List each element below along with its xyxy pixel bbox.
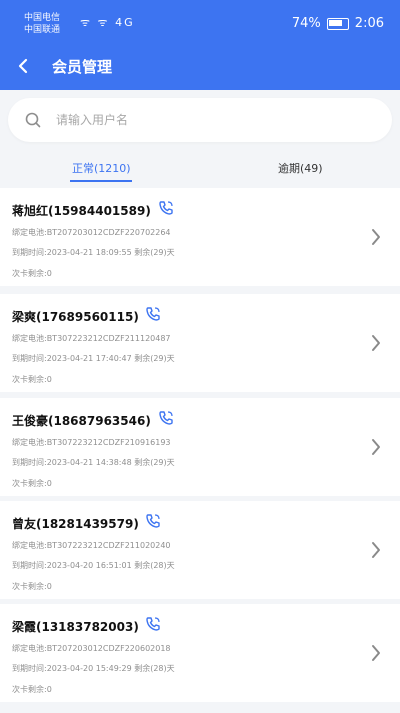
battery-binding: 绑定电池:BT307223212CDZF211120487 xyxy=(12,334,171,343)
battery-binding: 绑定电池:BT207203012CDZF220702264 xyxy=(12,228,171,237)
battery-binding: 绑定电池:BT307223212CDZF211020240 xyxy=(12,541,171,550)
member-card[interactable]: 曾友(18281439579) 绑定电池:BT307223212CDZF2110… xyxy=(0,501,400,599)
chevron-right-icon xyxy=(372,439,380,455)
remaining-days: 剩余(28)天 xyxy=(134,664,175,673)
chevron-right-icon xyxy=(372,229,380,245)
member-name-phone: 曾友(18281439579) xyxy=(12,517,139,531)
phone-call-icon[interactable] xyxy=(145,306,161,322)
expiry-line: 到期时间:2023-04-21 14:38:48 剩余(29)天 xyxy=(12,457,175,468)
tab-normal[interactable]: 正常(1210) xyxy=(72,160,131,176)
carrier-bottom: 中国联通 xyxy=(24,25,61,35)
member-card[interactable]: 梁霞(13183782003) 绑定电池:BT207203012CDZF2206… xyxy=(0,604,400,702)
expiry-time: 到期时间:2023-04-21 17:40:47 xyxy=(12,354,132,363)
expiry-time: 到期时间:2023-04-20 15:49:29 xyxy=(12,664,132,673)
member-name-phone: 蒋旭红(15984401589) xyxy=(12,204,151,218)
search-bar[interactable] xyxy=(8,98,392,142)
carrier-top: 中国电信 xyxy=(24,13,61,23)
times-remaining: 次卡剩余:0 xyxy=(12,685,52,694)
signal-icons: ᯤ ᯤ 4G xyxy=(80,16,135,29)
expiry-line: 到期时间:2023-04-20 16:51:01 剩余(28)天 xyxy=(12,560,175,571)
times-remaining: 次卡剩余:0 xyxy=(12,479,52,488)
member-card[interactable]: 蒋旭红(15984401589) 绑定电池:BT207203012CDZF220… xyxy=(0,188,400,286)
phone-call-icon[interactable] xyxy=(145,616,161,632)
status-bar: 中国电信 中国联通 ᯤ ᯤ 4G 74% 2:06 xyxy=(0,0,400,44)
search-icon xyxy=(25,112,41,128)
expiry-line: 到期时间:2023-04-21 17:40:47 剩余(29)天 xyxy=(12,353,175,364)
member-name-phone: 王俊豪(18687963546) xyxy=(12,414,151,428)
phone-call-icon[interactable] xyxy=(158,200,174,216)
chevron-right-icon xyxy=(372,335,380,351)
header-bar: 中国电信 中国联通 ᯤ ᯤ 4G 74% 2:06 会员管理 xyxy=(0,0,400,90)
remaining-days: 剩余(29)天 xyxy=(134,248,175,257)
phone-call-icon[interactable] xyxy=(158,410,174,426)
times-remaining: 次卡剩余:0 xyxy=(12,375,52,384)
member-name-phone: 梁爽(17689560115) xyxy=(12,310,139,324)
page-title: 会员管理 xyxy=(52,58,113,76)
expiry-line: 到期时间:2023-04-21 18:09:55 剩余(29)天 xyxy=(12,247,175,258)
battery-binding: 绑定电池:BT307223212CDZF210916193 xyxy=(12,438,171,447)
remaining-days: 剩余(28)天 xyxy=(134,561,175,570)
chevron-right-icon xyxy=(372,645,380,661)
times-remaining: 次卡剩余:0 xyxy=(12,269,52,278)
member-name-phone: 梁霞(13183782003) xyxy=(12,620,139,634)
member-card[interactable]: 梁爽(17689560115) 绑定电池:BT307223212CDZF2111… xyxy=(0,294,400,392)
active-tab-indicator xyxy=(70,180,132,182)
battery-percent: 74% xyxy=(291,16,321,31)
chevron-right-icon xyxy=(372,542,380,558)
clock: 2:06 xyxy=(354,16,384,31)
remaining-days: 剩余(29)天 xyxy=(134,354,175,363)
status-right: 74% 2:06 xyxy=(292,16,384,31)
back-button[interactable] xyxy=(8,50,40,82)
status-tabs: 正常(1210) 逾期(49) xyxy=(0,152,400,188)
back-arrow-icon xyxy=(18,58,28,74)
search-input[interactable] xyxy=(54,112,358,128)
times-remaining: 次卡剩余:0 xyxy=(12,582,52,591)
battery-icon xyxy=(326,17,349,30)
expiry-time: 到期时间:2023-04-21 18:09:55 xyxy=(12,248,132,257)
battery-binding: 绑定电池:BT207203012CDZF220602018 xyxy=(12,644,171,653)
expiry-time: 到期时间:2023-04-20 16:51:01 xyxy=(12,561,132,570)
phone-call-icon[interactable] xyxy=(145,513,161,529)
remaining-days: 剩余(29)天 xyxy=(134,458,175,467)
carrier-info: 中国电信 中国联通 xyxy=(24,12,60,36)
navigation-bar: 会员管理 xyxy=(0,44,400,88)
expiry-time: 到期时间:2023-04-21 14:38:48 xyxy=(12,458,132,467)
tab-overdue[interactable]: 逾期(49) xyxy=(278,160,323,176)
expiry-line: 到期时间:2023-04-20 15:49:29 剩余(28)天 xyxy=(12,663,175,674)
member-card[interactable]: 王俊豪(18687963546) 绑定电池:BT307223212CDZF210… xyxy=(0,398,400,496)
